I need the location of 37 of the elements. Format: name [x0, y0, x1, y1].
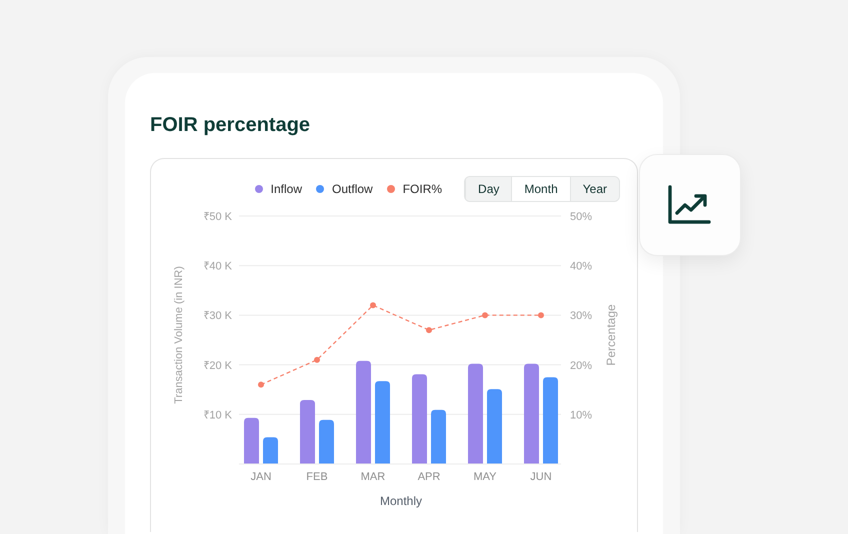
axis-title: Transaction Volume (in INR)	[173, 266, 185, 404]
axis-tick-label: MAR	[360, 471, 386, 483]
axis-tick-label: 50%	[570, 211, 592, 223]
axis-tick-label: ₹30 K	[203, 310, 232, 322]
bar	[431, 410, 446, 464]
axis-tick-label: ₹40 K	[203, 260, 232, 273]
axis-tick-label: ₹20 K	[203, 360, 232, 372]
axis-title: Monthly	[380, 494, 422, 508]
axis-tick-label: 40%	[570, 260, 592, 273]
trend-chart-icon[interactable]	[668, 185, 712, 225]
axis-tick-label: ₹50 K	[203, 211, 232, 223]
period-tab[interactable]: Month	[511, 177, 570, 201]
card-title: FOIR percentage	[150, 113, 312, 137]
axis-tick-label: 30%	[570, 310, 592, 322]
bar	[263, 437, 278, 464]
axis-title: Percentage	[604, 304, 618, 366]
axis-tick-label: FEB	[306, 471, 328, 483]
axis-tick-label: JUN	[530, 471, 552, 483]
point	[370, 302, 376, 308]
legend-label: Outflow	[332, 182, 373, 196]
bar	[244, 418, 259, 464]
axis-tick-label: 10%	[570, 409, 592, 422]
bar	[300, 400, 315, 464]
axis-tick-label: ₹10 K	[203, 409, 232, 422]
point	[538, 312, 544, 318]
axis-tick-label: MAY	[473, 471, 497, 483]
axis-tick-label: 20%	[570, 360, 592, 372]
axis-tick-label: JAN	[250, 471, 272, 483]
point	[426, 327, 432, 334]
period-tab[interactable]: Year	[570, 177, 619, 201]
point	[258, 382, 264, 388]
legend-label: FOIR%	[402, 182, 442, 196]
point	[482, 312, 488, 318]
point	[314, 356, 320, 363]
bar	[319, 420, 334, 464]
legend-label: Inflow	[270, 182, 302, 196]
axis-tick-label: APR	[418, 471, 440, 483]
